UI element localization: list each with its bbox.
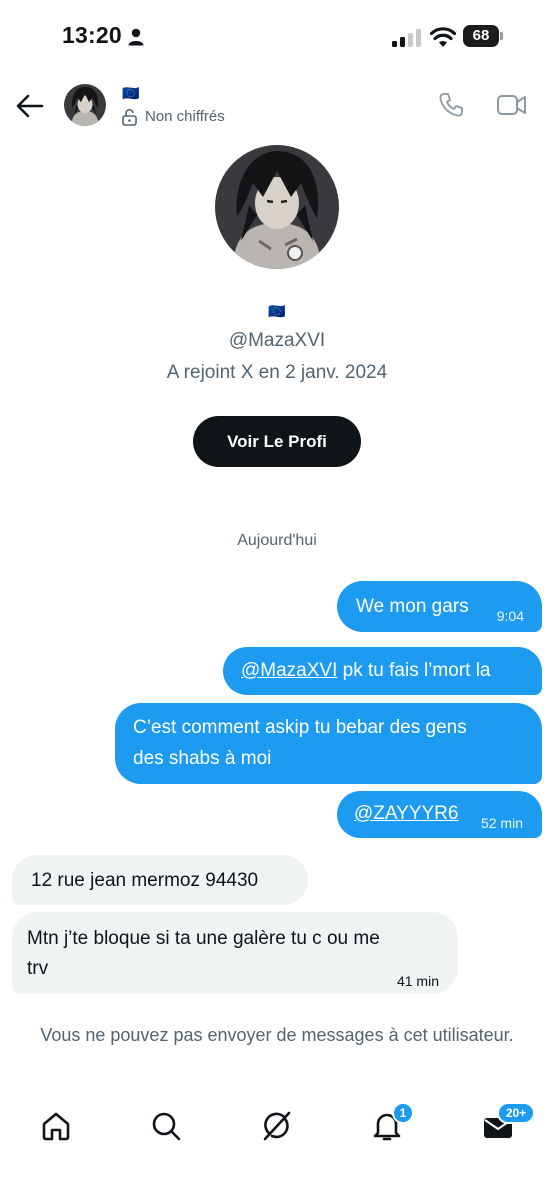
back-arrow-icon[interactable] [16, 93, 44, 119]
lock-open-icon [122, 109, 137, 126]
messages-badge: 20+ [497, 1102, 535, 1124]
profile-avatar[interactable] [215, 145, 339, 269]
mention-link[interactable]: @ZAYYYR6 [354, 799, 458, 829]
grok-icon[interactable] [261, 1110, 293, 1142]
profile-joined-date: A rejoint X en 2 janv. 2024 [166, 362, 388, 383]
home-icon[interactable] [40, 1110, 72, 1142]
message-text-line: C’est comment askip tu bebar des gens [133, 717, 467, 738]
bottom-navigation [0, 1092, 554, 1162]
message-text-line: trv [27, 958, 49, 979]
signal-icon [392, 29, 421, 47]
header-flag: 🇪🇺 [122, 85, 140, 101]
conversation-header: 🇪🇺 Non chiffrés [0, 76, 554, 136]
date-divider: Aujourd'hui [237, 532, 317, 549]
message-text: 12 rue jean mermoz 94430 [31, 870, 259, 891]
search-icon[interactable] [150, 1110, 182, 1142]
message-text-line: des shabs à moi [133, 748, 272, 769]
status-bar: 13:20 68 [0, 0, 554, 76]
message-text: pk tu fais l’mort la [337, 660, 491, 681]
message-bubble-incoming[interactable]: Mtn j’te bloque si ta une galère tu c ou… [12, 912, 458, 994]
profile-handle: @MazaXVI [228, 330, 326, 351]
wifi-icon [430, 27, 456, 47]
profile-flag: 🇪🇺 [268, 303, 286, 319]
phone-icon[interactable] [438, 92, 464, 118]
message-text-line: Mtn j’te bloque si ta une galère tu c ou… [27, 928, 380, 949]
encryption-status: Non chiffrés [145, 108, 225, 125]
message-bubble-outgoing[interactable]: C’est comment askip tu bebar des gens de… [115, 703, 542, 784]
message-bubble-incoming[interactable]: 12 rue jean mermoz 94430 [12, 855, 308, 905]
message-text: We mon gars [356, 596, 469, 617]
message-time: 52 min [480, 815, 523, 831]
video-icon[interactable] [497, 94, 527, 116]
message-bubble-outgoing[interactable]: @ZAYYYR6 52 min [337, 791, 542, 838]
header-avatar[interactable] [64, 84, 106, 126]
battery-percent: 68 [472, 27, 490, 44]
message-bubble-outgoing[interactable]: @MazaXVI pk tu fais l’mort la [223, 647, 542, 695]
cannot-message-notice: Vous ne pouvez pas envoyer de messages à… [40, 1025, 514, 1045]
message-time: 41 min [396, 973, 439, 989]
status-time: 13:20 [62, 22, 122, 48]
message-bubble-outgoing[interactable]: We mon gars 9:04 [337, 581, 542, 632]
message-time: 9:04 [496, 608, 524, 624]
notifications-badge: 1 [392, 1102, 414, 1124]
mention-link[interactable]: @MazaXVI [241, 660, 337, 681]
view-profile-button[interactable]: Voir Le Profi [193, 416, 361, 467]
person-icon [128, 28, 144, 46]
battery-indicator: 68 [463, 25, 503, 47]
